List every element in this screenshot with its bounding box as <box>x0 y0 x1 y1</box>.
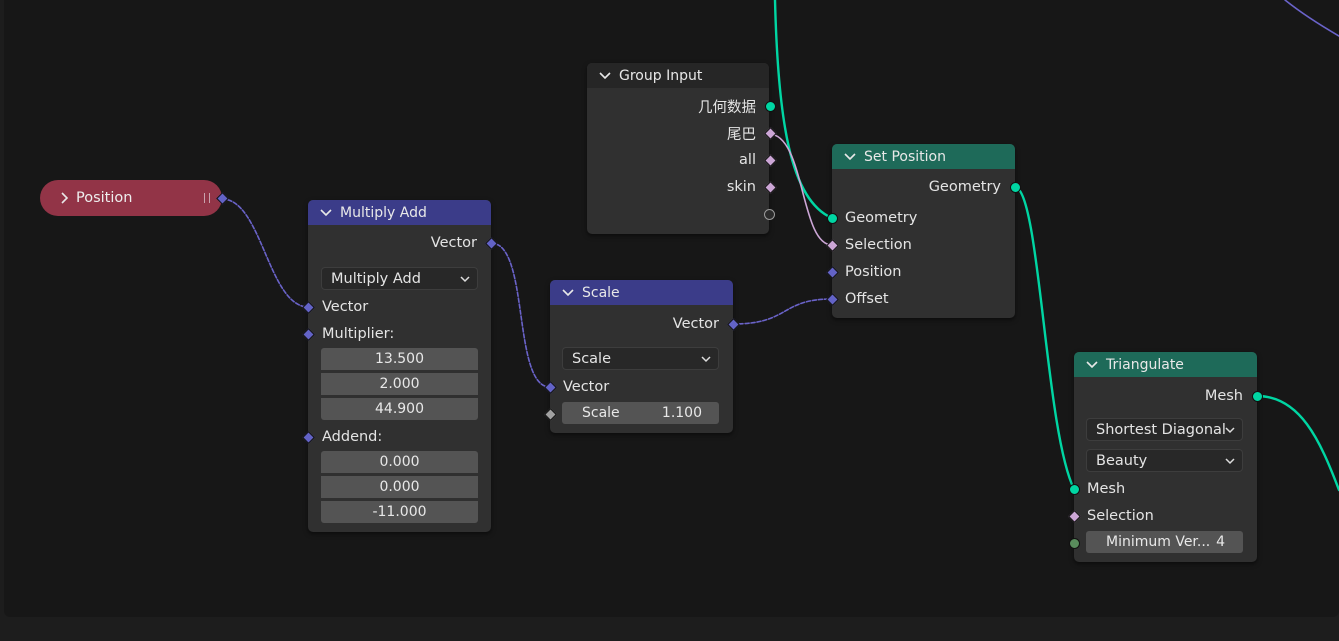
multiplier-label: Multiplier: <box>322 326 395 342</box>
triangulate-output-label: Mesh <box>1204 388 1243 404</box>
min-vertices-field[interactable]: Minimum Ver... 4 <box>1086 531 1243 553</box>
set-position-title: Set Position <box>864 148 946 165</box>
group-input-header[interactable]: Group Input <box>587 63 769 88</box>
output-tail: 尾巴 <box>727 126 756 143</box>
multiply-add-header[interactable]: Multiply Add <box>308 200 491 225</box>
set-position-input-selection: Selection <box>845 237 912 253</box>
empty-socket[interactable] <box>764 209 775 220</box>
scale-factor-field[interactable]: Scale 1.100 <box>562 402 719 424</box>
set-position-input-geometry: Geometry <box>845 210 918 226</box>
addend-label: Addend: <box>322 429 383 445</box>
input-vector-label: Vector <box>322 299 369 315</box>
scale-factor-label: Scale <box>582 405 620 421</box>
group-input-node[interactable]: Group Input 几何数据 尾巴 all skin <box>587 63 777 234</box>
chevron-down-icon[interactable] <box>597 68 613 84</box>
triangulate-header[interactable]: Triangulate <box>1074 352 1257 377</box>
output-skin: skin <box>726 179 756 195</box>
addend-z-field[interactable]: -11.000 <box>321 501 478 523</box>
multiplier-z-field[interactable]: 44.900 <box>321 398 478 420</box>
ngon-method-dropdown[interactable]: Beauty <box>1086 449 1243 472</box>
scale-header[interactable]: Scale <box>550 280 733 305</box>
set-position-input-offset: Offset <box>845 291 889 307</box>
set-position-geometry-socket[interactable] <box>827 213 838 224</box>
scale-operation-dropdown[interactable]: Scale <box>562 347 719 370</box>
addend-x-field[interactable]: 0.000 <box>321 451 478 473</box>
multiplier-x-field[interactable]: 13.500 <box>321 348 478 370</box>
multiply-add-node[interactable]: Multiply Add Vector Multiply Add Vector … <box>302 200 498 532</box>
triangulate-mesh-socket[interactable] <box>1069 484 1080 495</box>
min-vertices-socket[interactable] <box>1069 538 1080 549</box>
chevron-down-icon <box>1224 455 1236 467</box>
set-position-header[interactable]: Set Position <box>832 144 1015 169</box>
chevron-down-icon[interactable] <box>560 285 576 301</box>
min-vertices-value: 4 <box>1216 534 1225 550</box>
chevron-down-icon <box>700 353 712 365</box>
scale-operation-value: Scale <box>572 350 612 367</box>
multiplier-y-field[interactable]: 2.000 <box>321 373 478 395</box>
output-all: all <box>739 152 756 168</box>
chevron-down-icon <box>459 273 471 285</box>
multiply-add-operation-dropdown[interactable]: Multiply Add <box>321 267 478 290</box>
triangulate-output-socket[interactable] <box>1252 391 1263 402</box>
set-position-input-position: Position <box>845 264 902 280</box>
triangulate-input-mesh: Mesh <box>1087 481 1126 497</box>
multiply-add-title: Multiply Add <box>340 204 427 221</box>
chevron-down-icon[interactable] <box>318 205 334 221</box>
multiply-add-output-label: Vector <box>430 235 477 251</box>
ngon-method-value: Beauty <box>1096 452 1148 469</box>
chevron-down-icon[interactable] <box>842 149 858 165</box>
scale-node[interactable]: Scale Vector Scale Vector Scale 1.100 <box>544 280 740 433</box>
addend-y-field[interactable]: 0.000 <box>321 476 478 498</box>
scale-factor-value: 1.100 <box>661 405 702 421</box>
set-position-output-socket[interactable] <box>1010 182 1021 193</box>
chevron-down-icon <box>1224 424 1236 436</box>
chevron-right-icon[interactable] <box>56 190 72 206</box>
set-position-node[interactable]: Set Position Geometry Geometry Selection… <box>826 144 1021 318</box>
scale-title: Scale <box>582 284 620 301</box>
triangulate-node[interactable]: Triangulate Mesh Shortest Diagonal Beaut… <box>1068 352 1263 562</box>
output-geometry-data: 几何数据 <box>698 99 756 116</box>
triangulate-input-selection: Selection <box>1087 508 1154 524</box>
triangulate-title: Triangulate <box>1106 356 1184 373</box>
position-node[interactable]: Position <box>40 180 229 216</box>
set-position-output-label: Geometry <box>928 179 1001 195</box>
quad-method-value: Shortest Diagonal <box>1096 421 1226 438</box>
drag-handle-icon[interactable] <box>204 193 210 203</box>
scale-output-label: Vector <box>672 316 719 332</box>
geometry-data-socket[interactable] <box>765 101 776 112</box>
operation-value: Multiply Add <box>331 270 421 287</box>
chevron-down-icon[interactable] <box>1084 357 1100 373</box>
quad-method-dropdown[interactable]: Shortest Diagonal <box>1086 418 1243 441</box>
node-editor: Position Group Input 几何数据 尾巴 all skin Mu… <box>0 0 1339 641</box>
min-vertices-label: Minimum Ver... <box>1106 534 1211 550</box>
position-node-label: Position <box>76 190 133 206</box>
group-input-title: Group Input <box>619 67 703 84</box>
scale-input-vector-label: Vector <box>563 379 610 395</box>
